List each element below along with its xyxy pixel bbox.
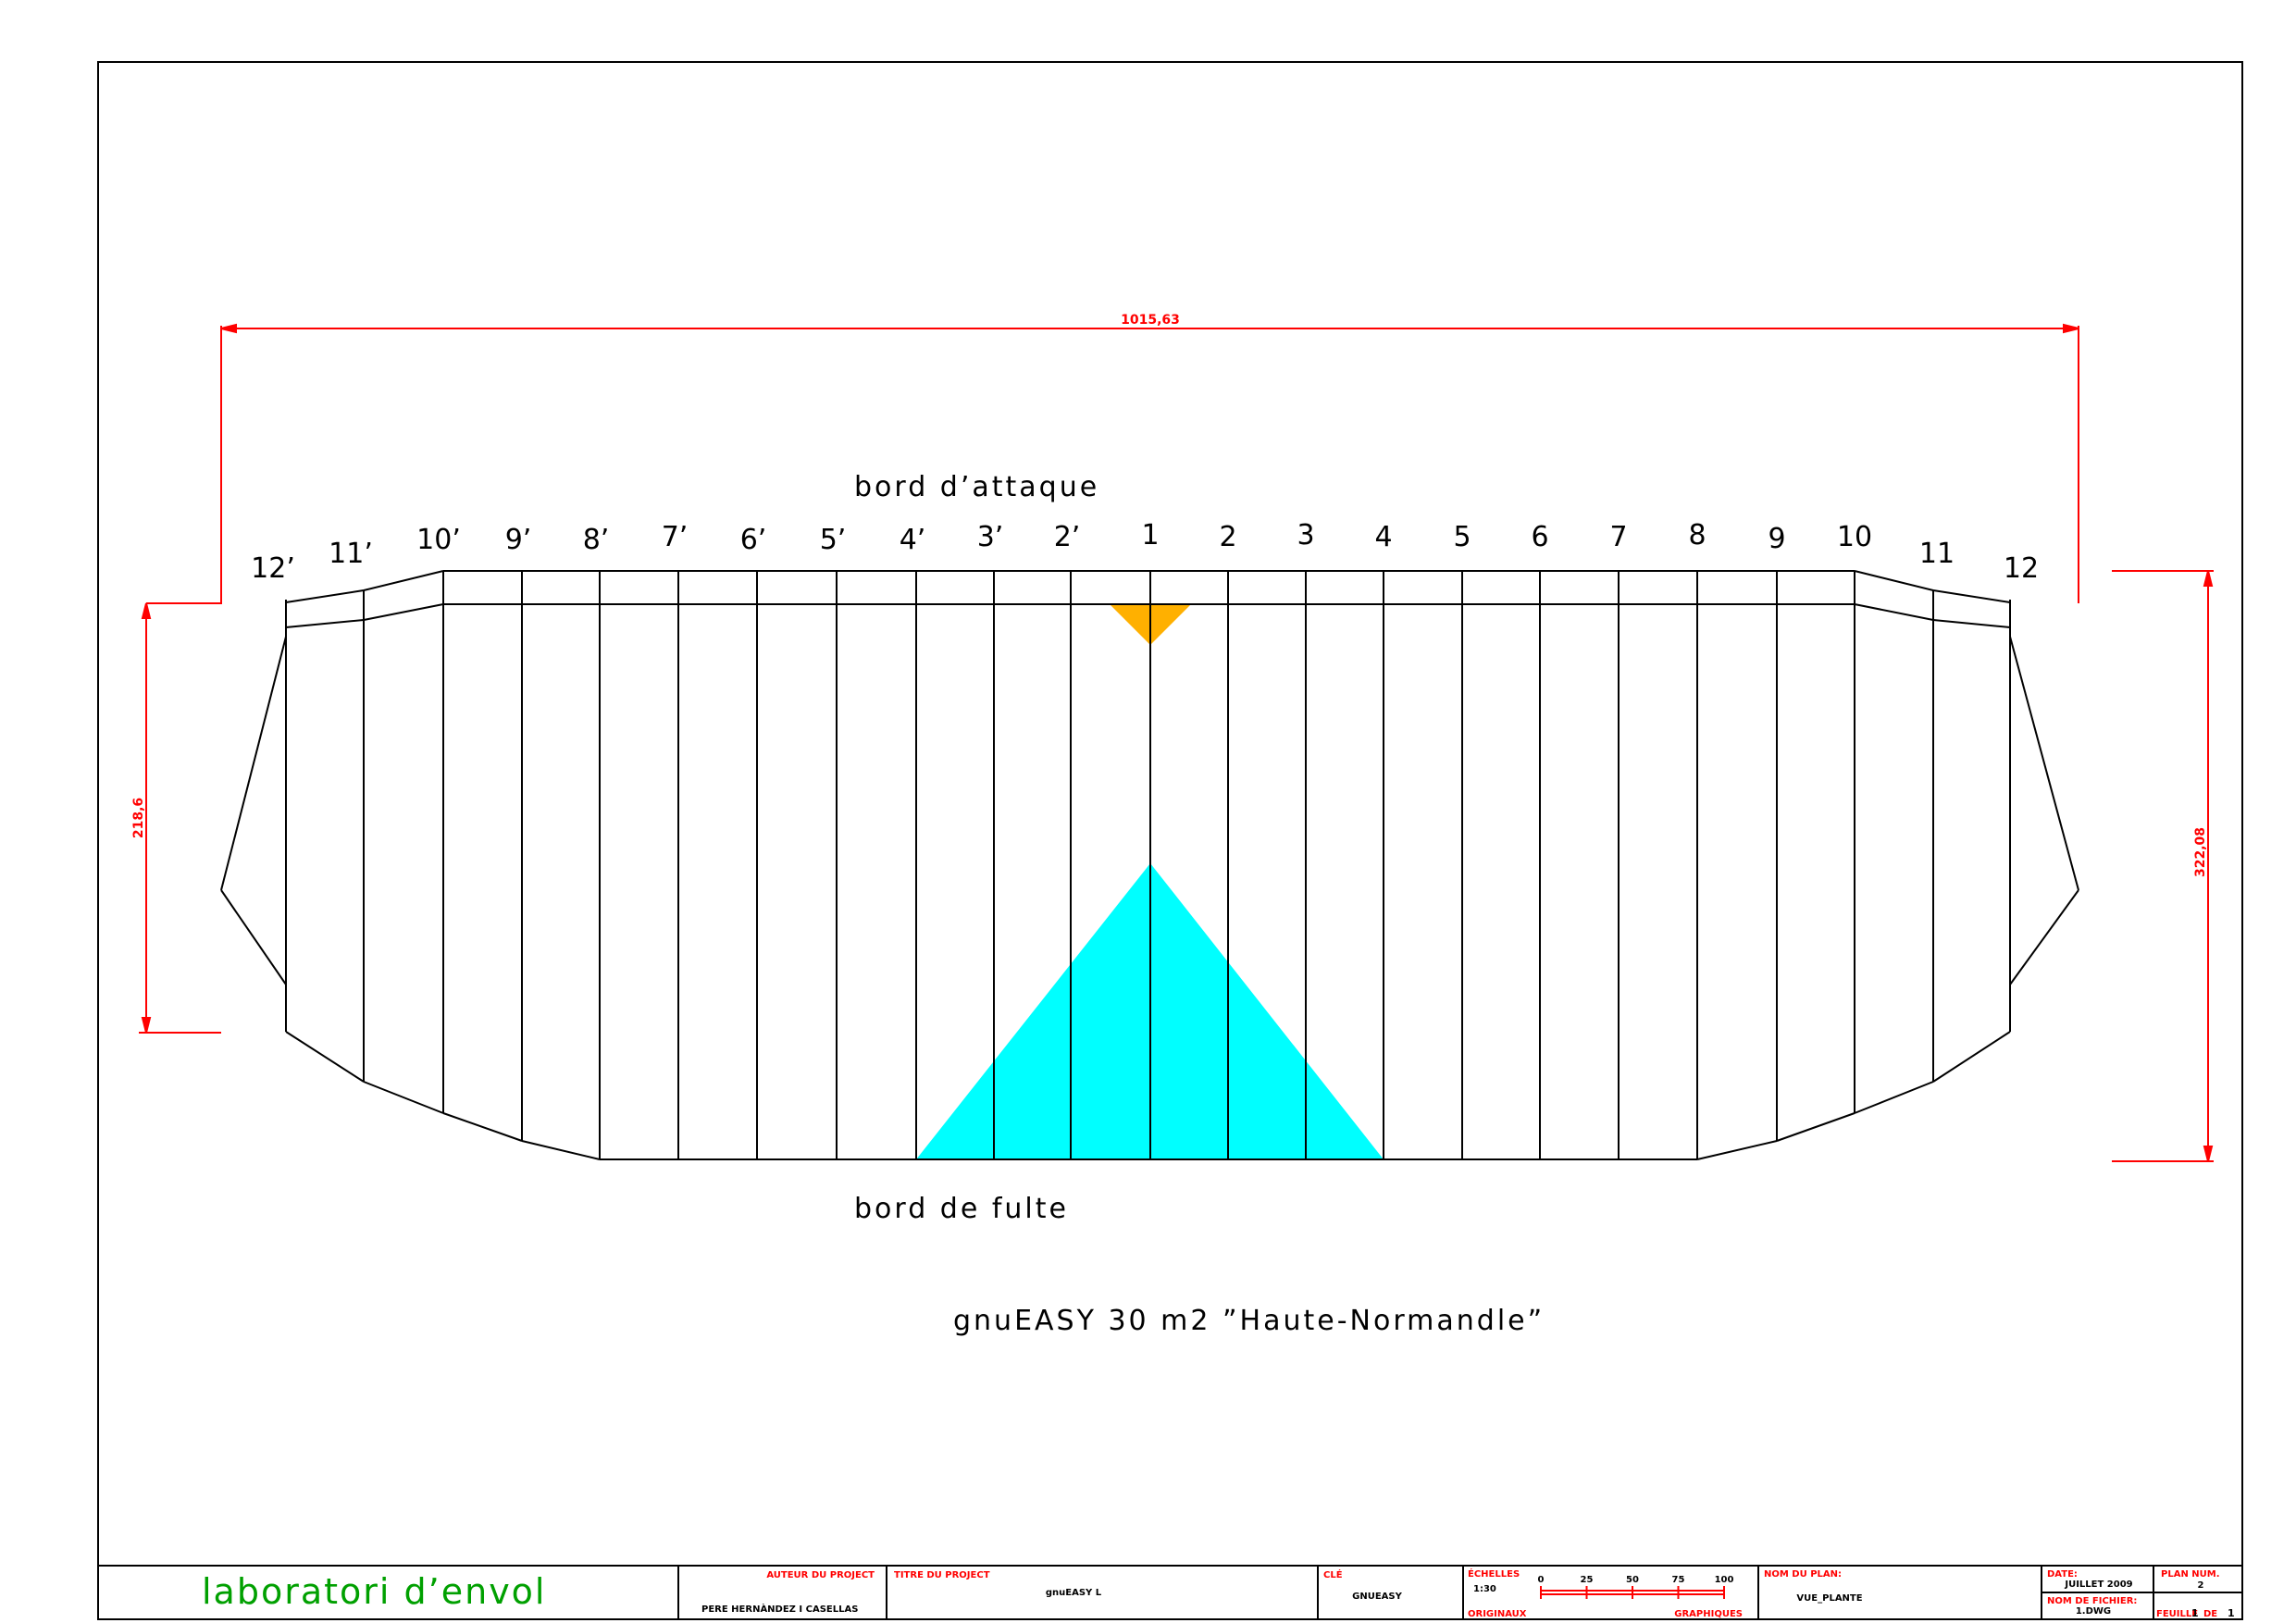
rib-label: 3’	[977, 521, 1004, 553]
trailing-edge-segment	[363, 1081, 444, 1114]
rib-label: 2’	[1054, 521, 1081, 553]
project-title-value: gnuEASY L	[1046, 1588, 1102, 1598]
key-label: CLÉ	[1323, 1568, 1343, 1580]
wing-tip-line	[2009, 889, 2079, 985]
rib-label: 2	[1219, 521, 1236, 553]
wing-tip-line	[2009, 636, 2079, 891]
plan-name-value: VUE_PLANTE	[1796, 1593, 1862, 1604]
scale-tick-label: 50	[1626, 1575, 1639, 1585]
sheet-number: 1	[2191, 1607, 2199, 1619]
leading-edge-segment	[285, 589, 365, 603]
rib-label: 4’	[900, 524, 926, 556]
sheet-total: 1	[2228, 1607, 2235, 1619]
left-height-dimension-value: 218,6	[131, 798, 146, 838]
rib-label: 8’	[583, 524, 610, 556]
span-dimension-value: 1015,63	[1121, 313, 1180, 328]
inner-edge-segment	[1932, 619, 2011, 628]
rib-labels: 12’ 11’ 10’ 9’ 8’ 7’ 6’ 5’ 4’ 3’ 2’ 1 2 3 4 5 6 7 8 9 1011 12	[251, 519, 2039, 585]
sheet-border	[97, 61, 2243, 1620]
inner-edge-segment	[1854, 603, 1934, 621]
rib-label: 7	[1609, 521, 1627, 553]
left-height-dimension	[139, 602, 221, 1034]
company-logo-text: laboratori d’envol	[202, 1571, 547, 1612]
file-name-label: NOM DE FICHIER:	[2047, 1596, 2137, 1606]
plan-name-label: NOM DU PLAN:	[1764, 1569, 1842, 1580]
leading-edge-segment	[1932, 589, 2011, 603]
rib-label: 6’	[740, 524, 767, 556]
rib-label: 10’	[416, 524, 461, 556]
rib-label: 1	[1141, 519, 1159, 551]
graphics-label: GRAPHIQUES	[1674, 1609, 1743, 1619]
trailing-edge-segment	[1932, 1031, 2011, 1083]
rib-label: 11	[1919, 538, 1955, 570]
drawing-title: gnuEASY 30 m2 ”Haute-Normandle”	[953, 1305, 1545, 1337]
scale-tick-label: 75	[1672, 1575, 1685, 1585]
trailing-edge-segment	[285, 1031, 365, 1083]
trailing-edge-segment	[1854, 1081, 1934, 1114]
span-dimension	[146, 323, 2079, 604]
rib-label: 7’	[662, 521, 689, 553]
wing-tip-line	[220, 636, 287, 891]
project-title-label: TITRE DU PROJECT	[894, 1570, 990, 1580]
leading-edge-segment	[1854, 570, 1934, 591]
inner-edge-segment	[285, 619, 365, 628]
kite-plan-drawing: 12’ 11’ 10’ 9’ 8’ 7’ 6’ 5’ 4’ 3’ 2’ 1 2 3 4 5 6 7 8 9 1011 12…	[97, 61, 2243, 1620]
rib-label: 5	[1453, 521, 1471, 553]
rib-label: 9	[1768, 523, 1785, 555]
rib-label: 10	[1837, 521, 1872, 553]
trailing-edge-segment	[521, 1140, 601, 1160]
originals-label: ORIGINAUX	[1468, 1609, 1527, 1619]
author-value: PERE HERNÀNDEZ I CASELLAS	[701, 1603, 858, 1615]
trailing-edge-segment	[1696, 1140, 1778, 1160]
rib-label: 6	[1531, 521, 1548, 553]
trailing-edge-segment	[442, 1112, 523, 1142]
rib-label: 5’	[820, 524, 847, 556]
key-value: GNUEASY	[1352, 1592, 1402, 1602]
plan-number-label: PLAN NUM.	[2161, 1569, 2220, 1580]
inner-edge-segment	[363, 603, 444, 621]
wing-tip-line	[220, 889, 287, 985]
trailing-edge-segment	[1776, 1112, 1855, 1142]
scale-tick-label: 25	[1581, 1575, 1594, 1585]
scale-tick-label: 0	[1538, 1575, 1545, 1585]
trailing-edge-label: bord de fulte	[854, 1193, 1069, 1225]
leading-edge-label: bord d’attaque	[854, 471, 1099, 503]
file-name-value: 1.DWG	[2076, 1606, 2111, 1617]
graphic-scale-bar: 0 25 50 75 100	[1538, 1575, 1734, 1599]
rib-label: 12’	[251, 552, 295, 585]
sheet-of-label: DE	[2203, 1609, 2217, 1619]
rib-label: 8	[1688, 519, 1706, 551]
date-value: JUILLET 2009	[2064, 1580, 2132, 1590]
scale-tick-label: 100	[1715, 1575, 1734, 1585]
leading-edge-segment	[363, 570, 444, 591]
rib-label: 3	[1297, 519, 1314, 551]
right-height-dimension-value: 322,08	[2193, 827, 2208, 877]
date-label: DATE:	[2047, 1569, 2078, 1580]
author-label: AUTEUR DU PROJECT	[766, 1570, 875, 1580]
rib-label: 12	[2004, 552, 2039, 585]
rib-label: 11’	[329, 538, 373, 570]
kite-outline	[220, 570, 2079, 1160]
scales-label: ÉCHELLES	[1468, 1567, 1520, 1580]
rib-label: 9’	[505, 524, 532, 556]
scale-value: 1:30	[1473, 1584, 1496, 1594]
rib-label: 4	[1374, 521, 1392, 553]
plan-number-value: 2	[2198, 1580, 2204, 1591]
